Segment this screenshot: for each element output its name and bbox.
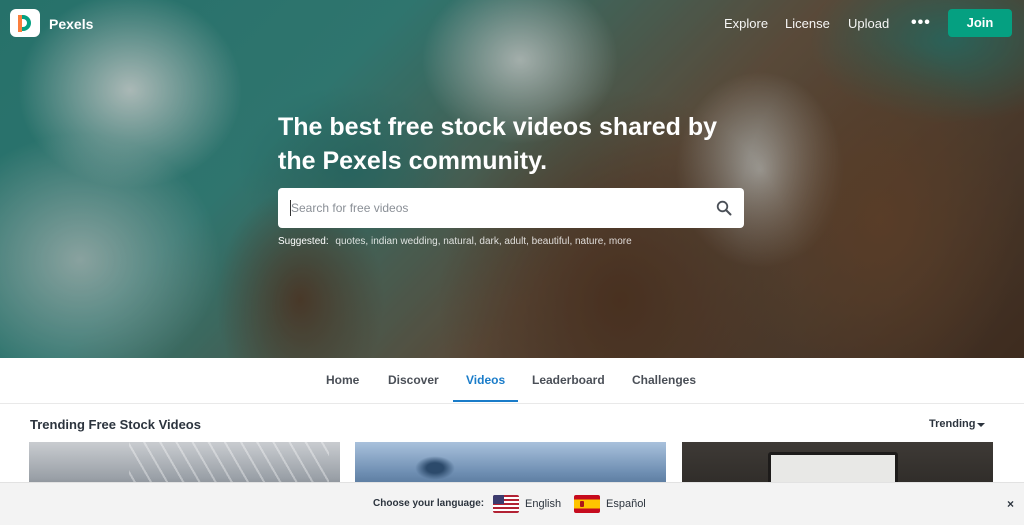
pexels-logo-icon[interactable] xyxy=(10,9,40,37)
search-input[interactable]: Search for free videos xyxy=(291,201,408,215)
tab-home[interactable]: Home xyxy=(326,373,359,387)
tab-leaderboard[interactable]: Leaderboard xyxy=(532,373,605,387)
language-prompt: Choose your language: xyxy=(373,498,485,509)
nav-link-license[interactable]: License xyxy=(785,16,830,31)
language-bar: Choose your language: English Español × xyxy=(0,482,1024,525)
hero-banner xyxy=(0,0,1024,358)
language-label: Español xyxy=(606,498,646,510)
tab-challenges[interactable]: Challenges xyxy=(632,373,696,387)
us-flag-icon xyxy=(493,495,519,513)
language-label: English xyxy=(525,498,562,510)
tab-videos[interactable]: Videos xyxy=(466,373,505,387)
search-bar[interactable]: Search for free videos xyxy=(278,188,744,228)
suggested-label: Suggested: xyxy=(278,236,329,247)
chevron-down-icon[interactable] xyxy=(977,423,985,427)
language-option-english[interactable]: English xyxy=(493,493,561,515)
section-tabs: Home Discover Videos Leaderboard Challen… xyxy=(0,358,1024,404)
section-title: Trending Free Stock Videos xyxy=(30,417,201,432)
active-tab-indicator xyxy=(453,400,518,402)
nav-link-upload[interactable]: Upload xyxy=(848,16,889,31)
language-option-espanol[interactable]: Español xyxy=(574,493,646,515)
sort-dropdown[interactable]: Trending xyxy=(929,418,975,430)
more-icon[interactable]: ••• xyxy=(911,14,931,32)
close-icon[interactable]: × xyxy=(1007,497,1014,511)
join-button[interactable]: Join xyxy=(948,9,1012,37)
top-navbar: Pexels Explore License Upload ••• Join xyxy=(0,0,1024,46)
tab-discover[interactable]: Discover xyxy=(388,373,439,387)
suggested-items[interactable]: quotes, indian wedding, natural, dark, a… xyxy=(335,236,631,247)
hero-headline: The best free stock videos shared by the… xyxy=(278,113,718,175)
es-flag-icon xyxy=(574,495,600,513)
search-icon[interactable] xyxy=(716,200,732,216)
nav-link-explore[interactable]: Explore xyxy=(724,16,768,31)
brand-name[interactable]: Pexels xyxy=(49,16,93,32)
suggested-searches: Suggested: quotes, indian wedding, natur… xyxy=(278,236,632,247)
